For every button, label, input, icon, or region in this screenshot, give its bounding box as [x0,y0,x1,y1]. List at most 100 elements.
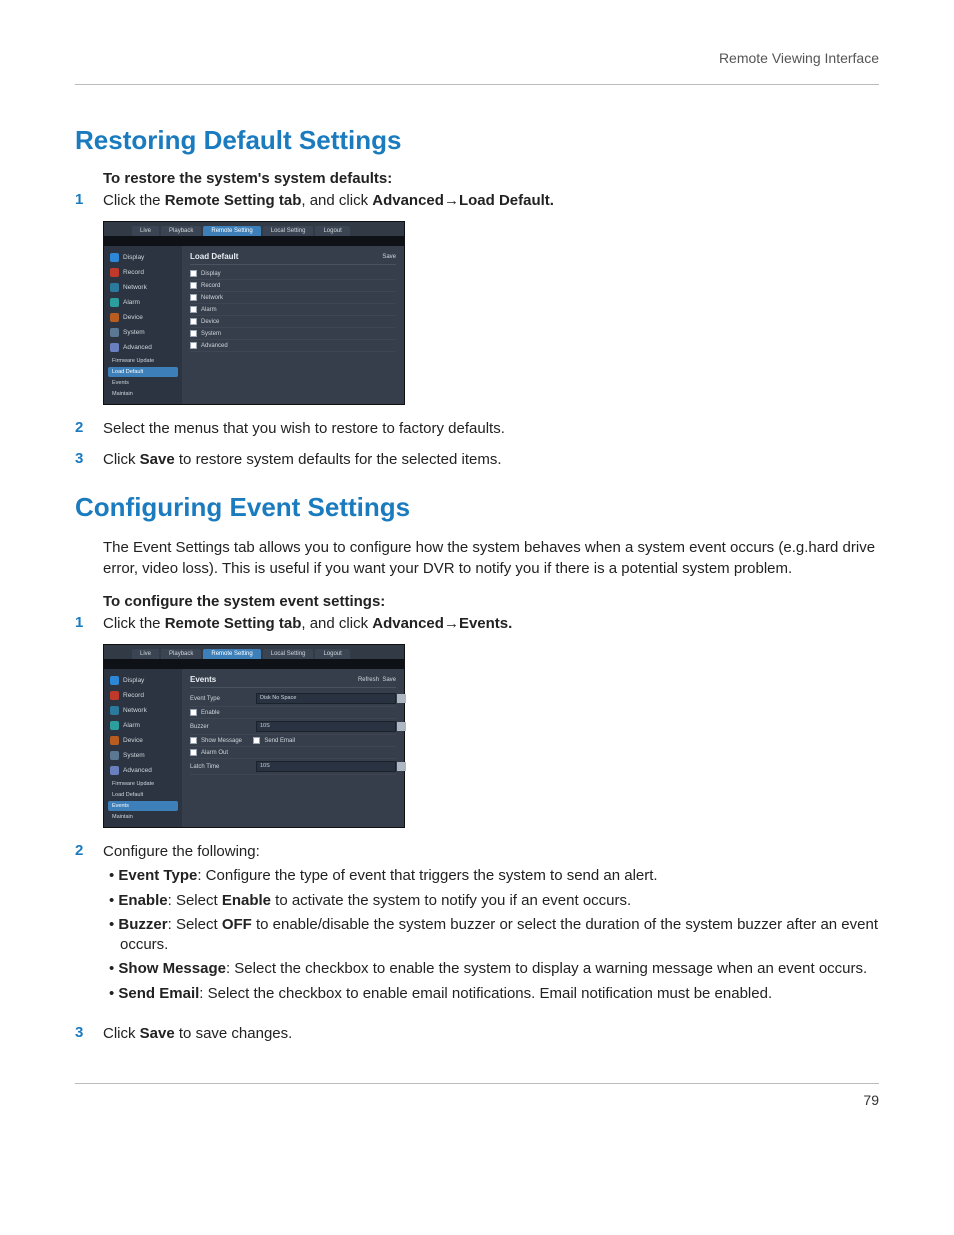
bold: Send Email [118,985,199,1002]
label: System [123,329,145,336]
step-number: 3 [75,450,103,470]
panel-header: Load Default Save [190,252,396,265]
sidebar: Display Record Network Alarm Device Syst… [104,669,182,827]
sidebar-item-alarm: Alarm [104,718,182,733]
gear-icon [110,328,119,337]
checkbox-icon [190,709,197,716]
sidebar-item-record: Record [104,265,182,280]
step-body: Select the menus that you wish to restor… [103,419,879,439]
refresh-action: Refresh [358,677,379,683]
text: to activate the system to notify you if … [271,892,631,909]
shot-body: Display Record Network Alarm Device Syst… [104,669,404,827]
label: Advanced [123,767,152,774]
step-body: Click the Remote Setting tab, and click … [103,614,879,634]
tab-playback: Playback [161,649,201,659]
intro-text: The Event Settings tab allows you to con… [103,537,879,579]
sidebar-item-display: Display [104,250,182,265]
shot-body: Display Record Network Alarm Device Syst… [104,246,404,404]
sidebar-item-advanced: Advanced [104,763,182,778]
list-item: Enable: Select Enable to activate the sy… [109,891,879,911]
sidebar-sub-load-default: Load Default [108,790,178,800]
tab-live: Live [132,226,159,236]
gear-icon [110,751,119,760]
heading-restoring: Restoring Default Settings [75,125,879,156]
bold: Remote Setting tab [165,615,302,632]
text: : Select [168,916,222,933]
list-item: Buzzer: Select OFF to enable/disable the… [109,915,879,956]
dropdown: 10S [256,721,396,732]
bold: Buzzer [118,916,167,933]
estep-1: 1 Click the Remote Setting tab, and clic… [75,614,879,634]
text: : Select the checkbox to enable email no… [199,985,772,1002]
checkbox-icon [190,270,197,277]
tab-local-setting: Local Setting [263,649,314,659]
checkbox-icon [190,294,197,301]
dropdown: 10S [256,761,396,772]
label: Network [123,284,147,291]
label: Event Type [190,696,252,702]
sidebar: Display Record Network Alarm Device Syst… [104,246,182,404]
label: Enable [201,710,220,716]
tab-playback: Playback [161,226,201,236]
save-action: Save [382,677,396,683]
label: Device [123,314,143,321]
sidebar-item-alarm: Alarm [104,295,182,310]
opt-record: Record [190,280,396,292]
device-icon [110,736,119,745]
step-body: Click the Remote Setting tab, and click … [103,191,879,211]
bold: Show Message [118,960,226,977]
sidebar-sub-load-default: Load Default [108,367,178,377]
tab-logout: Logout [315,649,349,659]
label: Alarm Out [201,750,228,756]
tab-remote-setting: Remote Setting [203,226,260,236]
step-body: Click Save to restore system defaults fo… [103,450,879,470]
step-body: Click Save to save changes. [103,1024,879,1044]
bold: Save [140,451,175,468]
sidebar-item-system: System [104,748,182,763]
label: System [201,331,221,337]
sidebar-item-device: Device [104,733,182,748]
label: Device [201,319,219,325]
text: Click [103,1025,140,1042]
estep-2: 2 Configure the following: Event Type: C… [75,842,879,1014]
label: Alarm [123,299,140,306]
text: to save changes. [175,1025,293,1042]
label: System [123,752,145,759]
heading-configuring: Configuring Event Settings [75,492,879,523]
tab-logout: Logout [315,226,349,236]
text: : Select the checkbox to enable the syst… [226,960,867,977]
bold: Enable [118,892,167,909]
checkbox-icon [190,737,197,744]
bold: Remote Setting tab [165,192,302,209]
opt-alarm: Alarm [190,304,396,316]
record-icon [110,691,119,700]
opt-display: Display [190,268,396,280]
text: : Select [168,892,222,909]
sidebar-sub-firmware: Firmware Update [108,356,178,366]
alarm-icon [110,721,119,730]
text: , and click [301,192,372,209]
checkbox-icon [190,330,197,337]
row-latch: Latch Time10S [190,759,396,775]
sidebar-sub-firmware: Firmware Update [108,779,178,789]
tab-live: Live [132,649,159,659]
sidebar-item-display: Display [104,673,182,688]
page-header: Remote Viewing Interface [75,50,879,85]
arrow-icon: → [444,615,459,632]
tab-bar: Live Playback Remote Setting Local Setti… [104,222,404,236]
step-number: 2 [75,842,103,1014]
sidebar-sub-maintain: Maintain [108,389,178,399]
bold: OFF [222,916,252,933]
page-footer: 79 [75,1083,879,1108]
screenshot-load-default: Live Playback Remote Setting Local Setti… [103,221,405,405]
checkbox-icon [190,282,197,289]
label: Device [123,737,143,744]
label: Display [123,677,144,684]
sidebar-item-system: System [104,325,182,340]
wrench-icon [110,343,119,352]
sidebar-item-advanced: Advanced [104,340,182,355]
divider [104,659,404,669]
monitor-icon [110,676,119,685]
divider [104,236,404,246]
globe-icon [110,283,119,292]
